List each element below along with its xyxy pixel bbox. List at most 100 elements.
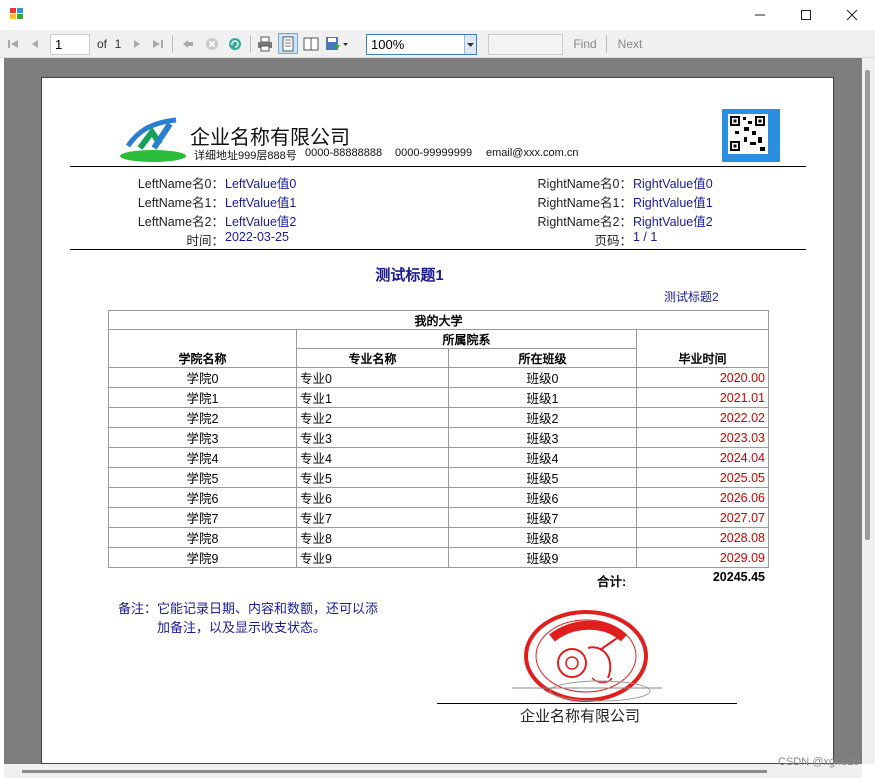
minimize-icon[interactable]	[737, 0, 783, 30]
horizontal-scroll-thumb[interactable]	[22, 770, 767, 773]
cell-major: 专业2	[296, 407, 449, 428]
vertical-scrollbar[interactable]	[862, 58, 875, 764]
fields-divider	[70, 249, 806, 250]
cell-class: 班级6	[448, 487, 637, 508]
window-titlebar	[0, 0, 875, 30]
cell-college: 学院8	[108, 527, 297, 548]
table-row: 学院1 专业1 班级1 2021.01	[108, 387, 769, 408]
column-header-class: 所在班级	[448, 348, 637, 368]
zoom-value: 100%	[371, 37, 405, 52]
cell-major: 专业8	[296, 527, 449, 548]
first-page-icon[interactable]	[6, 34, 20, 54]
report-title-2: 测试标题2	[664, 290, 719, 304]
company-name: 企业名称有限公司	[190, 127, 350, 149]
cell-graduation: 2024.04	[636, 447, 769, 468]
page-number-label: 页码：	[594, 234, 632, 248]
stop-icon[interactable]	[204, 34, 220, 54]
left-field-value: LeftValue值0	[225, 177, 297, 191]
left-field-name: LeftName名1：	[137, 196, 224, 210]
table-row: 学院3 专业3 班级3 2023.03	[108, 427, 769, 448]
cell-graduation: 2020.00	[636, 367, 769, 388]
page-number-value: 1 / 1	[633, 230, 658, 244]
page-of-label: of	[96, 37, 107, 51]
left-field-name: LeftName名0：	[137, 177, 224, 191]
logo-icon	[120, 108, 186, 162]
zoom-select[interactable]: 100%	[366, 34, 477, 55]
cell-class: 班级9	[448, 547, 637, 568]
cell-college: 学院4	[108, 447, 297, 468]
header-divider	[70, 166, 806, 167]
print-icon[interactable]	[256, 34, 274, 54]
cell-class: 班级3	[448, 427, 637, 448]
cell-class: 班级8	[448, 527, 637, 548]
cell-graduation: 2021.01	[636, 387, 769, 408]
print-layout-icon[interactable]	[278, 33, 298, 54]
cell-college: 学院5	[108, 467, 297, 488]
column-header-graduation: 毕业时间	[636, 329, 769, 368]
note-line-2: 加备注，以及显示收支状态。	[157, 620, 327, 635]
table-row: 学院4 专业4 班级4 2024.04	[108, 447, 769, 468]
cell-major: 专业3	[296, 427, 449, 448]
close-icon[interactable]	[829, 0, 875, 30]
table-row: 学院0 专业0 班级0 2020.00	[108, 367, 769, 388]
dropdown-arrow-icon[interactable]	[464, 35, 476, 54]
report-toolbar: 1 of 1 100% Find Next	[0, 30, 875, 58]
cell-class: 班级2	[448, 407, 637, 428]
right-field-value: RightValue值2	[633, 215, 713, 229]
date-value: 2022-03-25	[225, 230, 289, 244]
table-subgroup-header: 所属院系	[296, 329, 637, 349]
report-title-1: 测试标题1	[375, 267, 444, 284]
table-row: 学院9 专业9 班级9 2029.09	[108, 547, 769, 568]
cell-class: 班级1	[448, 387, 637, 408]
cell-graduation: 2025.05	[636, 467, 769, 488]
qr-code-icon	[722, 109, 780, 162]
back-icon[interactable]	[181, 34, 195, 54]
date-label: 时间：	[186, 234, 224, 248]
cell-college: 学院6	[108, 487, 297, 508]
toolbar-separator	[250, 35, 251, 53]
find-input[interactable]	[488, 34, 563, 55]
right-field-name: RightName名1：	[537, 196, 632, 210]
company-phone-2: 0000-99999999	[395, 147, 473, 159]
report-page: 企业名称有限公司 详细地址999层888号 0000-88888888 0000…	[41, 77, 834, 764]
data-table: 我的大学 学院名称 所属院系 毕业时间 专业名称 所在班级 学院0 专业0 班级0 2…	[108, 310, 769, 568]
cell-graduation: 2028.08	[636, 527, 769, 548]
cell-major: 专业1	[296, 387, 449, 408]
table-row: 学院8 专业8 班级8 2028.08	[108, 527, 769, 548]
page-number-input[interactable]: 1	[50, 34, 90, 55]
table-row: 学院6 专业6 班级6 2026.06	[108, 487, 769, 508]
signature-company-name: 企业名称有限公司	[520, 708, 641, 725]
maximize-icon[interactable]	[783, 0, 829, 30]
refresh-icon[interactable]	[227, 34, 243, 54]
column-header-major: 专业名称	[296, 348, 449, 368]
export-icon[interactable]	[324, 34, 350, 54]
next-page-icon[interactable]	[130, 34, 144, 54]
prev-page-icon[interactable]	[28, 34, 42, 54]
cell-graduation: 2026.06	[636, 487, 769, 508]
cell-major: 专业6	[296, 487, 449, 508]
last-page-icon[interactable]	[151, 34, 165, 54]
page-setup-icon[interactable]	[302, 34, 320, 54]
cell-class: 班级5	[448, 467, 637, 488]
right-field-value: RightValue值1	[633, 196, 713, 210]
cell-major: 专业0	[296, 367, 449, 388]
left-field-value: LeftValue值1	[225, 196, 297, 210]
table-row: 学院7 专业7 班级7 2027.07	[108, 507, 769, 528]
cell-major: 专业5	[296, 467, 449, 488]
cell-class: 班级4	[448, 447, 637, 468]
cell-graduation: 2022.02	[636, 407, 769, 428]
cell-class: 班级0	[448, 367, 637, 388]
column-header-college: 学院名称	[108, 329, 297, 368]
total-label: 合计:	[597, 575, 627, 589]
next-button[interactable]: Next	[615, 34, 645, 54]
toolbar-separator	[172, 35, 173, 53]
vertical-scroll-thumb[interactable]	[865, 70, 870, 540]
find-button[interactable]: Find	[571, 34, 599, 54]
table-row: 学院2 专业2 班级2 2022.02	[108, 407, 769, 428]
cell-college: 学院2	[108, 407, 297, 428]
horizontal-scrollbar[interactable]	[4, 764, 862, 778]
toolbar-separator	[606, 35, 607, 53]
cell-college: 学院9	[108, 547, 297, 568]
company-phone-1: 0000-88888888	[305, 147, 383, 159]
cell-class: 班级7	[448, 507, 637, 528]
